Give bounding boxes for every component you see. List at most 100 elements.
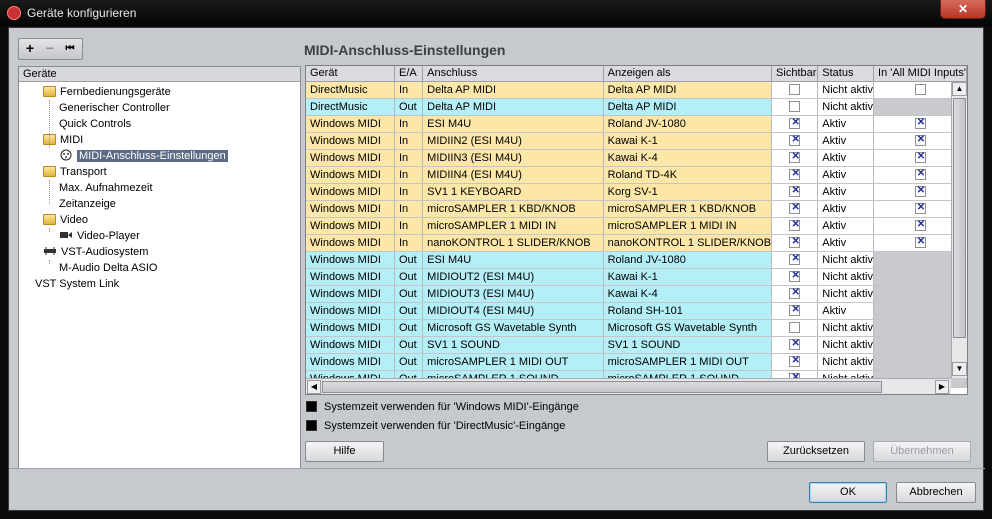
port-cell[interactable]: microSAMPLER 1 MIDI OUT bbox=[422, 353, 604, 371]
all-midi-checkbox[interactable] bbox=[914, 168, 927, 180]
show-as-cell[interactable]: Delta AP MIDI bbox=[603, 81, 773, 99]
device-cell[interactable]: Windows MIDI bbox=[306, 132, 395, 150]
status-cell[interactable]: Aktiv bbox=[817, 234, 875, 252]
table-row[interactable]: Windows MIDI Out MIDIOUT4 (ESI M4U) Roland … bbox=[306, 302, 967, 320]
visible-checkbox[interactable] bbox=[789, 338, 801, 350]
systemzeit-directmusic-option[interactable]: Systemzeit verwenden für 'DirectMusic'-E… bbox=[306, 419, 565, 433]
show-as-cell[interactable]: Delta AP MIDI bbox=[603, 98, 773, 116]
apply-button[interactable]: Übernehmen bbox=[873, 441, 971, 462]
device-cell[interactable]: Windows MIDI bbox=[306, 251, 395, 269]
show-as-cell[interactable]: Roland JV-1080 bbox=[603, 251, 773, 269]
column-header[interactable]: Sichtbar bbox=[771, 66, 819, 82]
ok-button[interactable]: OK bbox=[809, 482, 887, 503]
visible-cell[interactable] bbox=[771, 149, 819, 167]
device-cell[interactable]: Windows MIDI bbox=[306, 166, 395, 184]
port-cell[interactable]: SV1 1 SOUND bbox=[422, 336, 604, 354]
device-cell[interactable]: Windows MIDI bbox=[306, 319, 395, 337]
visible-checkbox[interactable] bbox=[789, 236, 801, 248]
status-cell[interactable]: Aktiv bbox=[817, 183, 875, 201]
status-cell[interactable]: Aktiv bbox=[817, 115, 875, 133]
io-cell[interactable]: In bbox=[394, 183, 424, 201]
io-cell[interactable]: In bbox=[394, 132, 424, 150]
show-as-cell[interactable]: SV1 1 SOUND bbox=[603, 336, 773, 354]
visible-checkbox[interactable] bbox=[789, 219, 801, 231]
io-cell[interactable]: In bbox=[394, 81, 424, 99]
visible-cell[interactable] bbox=[771, 200, 819, 218]
show-as-cell[interactable]: Roland TD-4K bbox=[603, 166, 773, 184]
visible-checkbox[interactable] bbox=[789, 151, 801, 163]
io-cell[interactable]: In bbox=[394, 217, 424, 235]
io-cell[interactable]: Out bbox=[394, 319, 424, 337]
visible-checkbox[interactable] bbox=[789, 321, 801, 333]
status-cell[interactable]: Aktiv bbox=[817, 166, 875, 184]
column-header[interactable]: In 'All MIDI Inputs' bbox=[873, 66, 967, 82]
visible-cell[interactable] bbox=[771, 217, 819, 235]
io-cell[interactable]: Out bbox=[394, 251, 424, 269]
status-cell[interactable]: Nicht aktiv bbox=[817, 353, 875, 371]
vertical-scroll-thumb[interactable] bbox=[953, 98, 966, 338]
show-as-cell[interactable]: Kawai K-1 bbox=[603, 132, 773, 150]
device-cell[interactable]: Windows MIDI bbox=[306, 200, 395, 218]
port-cell[interactable]: microSAMPLER 1 KBD/KNOB bbox=[422, 200, 604, 218]
tree-item-12[interactable]: VST System Link bbox=[35, 276, 119, 292]
all-midi-checkbox[interactable] bbox=[914, 202, 927, 214]
device-cell[interactable]: Windows MIDI bbox=[306, 183, 395, 201]
systemzeit-directmusic-checkbox[interactable] bbox=[306, 420, 317, 431]
io-cell[interactable]: Out bbox=[394, 268, 424, 286]
table-row[interactable]: Windows MIDI In microSAMPLER 1 MIDI IN micr… bbox=[306, 217, 967, 235]
io-cell[interactable]: In bbox=[394, 149, 424, 167]
device-cell[interactable]: Windows MIDI bbox=[306, 115, 395, 133]
add-device-button[interactable]: + bbox=[21, 41, 39, 57]
table-row[interactable]: Windows MIDI Out Microsoft GS Wavetable Sy… bbox=[306, 319, 967, 337]
show-as-cell[interactable]: Kawai K-4 bbox=[603, 285, 773, 303]
column-header[interactable]: Status bbox=[817, 66, 875, 82]
port-cell[interactable]: MIDIOUT3 (ESI M4U) bbox=[422, 285, 604, 303]
visible-cell[interactable] bbox=[771, 302, 819, 320]
visible-checkbox[interactable] bbox=[789, 202, 801, 214]
visible-cell[interactable] bbox=[771, 353, 819, 371]
help-button[interactable]: Hilfe bbox=[305, 441, 384, 462]
table-row[interactable]: Windows MIDI In MIDIIN2 (ESI M4U) Kawai K-1… bbox=[306, 132, 967, 150]
device-cell[interactable]: Windows MIDI bbox=[306, 217, 395, 235]
all-midi-checkbox[interactable] bbox=[914, 134, 927, 146]
io-cell[interactable]: Out bbox=[394, 353, 424, 371]
visible-checkbox[interactable] bbox=[789, 168, 801, 180]
io-cell[interactable]: In bbox=[394, 166, 424, 184]
systemzeit-windows-midi-checkbox[interactable] bbox=[306, 401, 317, 412]
io-cell[interactable]: In bbox=[394, 234, 424, 252]
io-cell[interactable]: Out bbox=[394, 302, 424, 320]
all-midi-checkbox[interactable] bbox=[914, 151, 927, 163]
visible-cell[interactable] bbox=[771, 166, 819, 184]
show-as-cell[interactable]: Kawai K-4 bbox=[603, 149, 773, 167]
all-midi-checkbox[interactable] bbox=[914, 117, 927, 129]
all-midi-checkbox[interactable] bbox=[914, 236, 927, 248]
column-header[interactable]: Anzeigen als bbox=[603, 66, 773, 82]
port-cell[interactable]: MIDIIN3 (ESI M4U) bbox=[422, 149, 604, 167]
show-as-cell[interactable]: Roland JV-1080 bbox=[603, 115, 773, 133]
tree-item-7[interactable]: Zeitanzeige bbox=[59, 196, 116, 212]
tree-item-1[interactable]: Generischer Controller bbox=[59, 100, 170, 116]
port-cell[interactable]: MIDIOUT2 (ESI M4U) bbox=[422, 268, 604, 286]
reset-button[interactable]: Zurücksetzen bbox=[767, 441, 865, 462]
device-cell[interactable]: DirectMusic bbox=[306, 98, 395, 116]
port-cell[interactable]: Delta AP MIDI bbox=[422, 81, 604, 99]
port-cell[interactable]: nanoKONTROL 1 SLIDER/KNOB bbox=[422, 234, 604, 252]
port-cell[interactable]: SV1 1 KEYBOARD bbox=[422, 183, 604, 201]
device-cell[interactable]: DirectMusic bbox=[306, 81, 395, 99]
port-cell[interactable]: MIDIOUT4 (ESI M4U) bbox=[422, 302, 604, 320]
all-midi-checkbox[interactable] bbox=[914, 185, 927, 197]
scroll-right-icon[interactable]: ▶ bbox=[935, 380, 949, 394]
column-header[interactable]: Gerät bbox=[306, 66, 395, 82]
io-cell[interactable]: Out bbox=[394, 98, 424, 116]
table-row[interactable]: DirectMusic In Delta AP MIDI Delta AP MIDI N… bbox=[306, 81, 967, 99]
all-midi-checkbox[interactable] bbox=[914, 219, 927, 231]
visible-checkbox[interactable] bbox=[789, 355, 801, 367]
scroll-down-icon[interactable]: ▼ bbox=[952, 362, 967, 376]
status-cell[interactable]: Nicht aktiv bbox=[817, 98, 875, 116]
io-cell[interactable]: In bbox=[394, 200, 424, 218]
show-as-cell[interactable]: Microsoft GS Wavetable Synth bbox=[603, 319, 773, 337]
tree-item-0[interactable]: Fernbedienungsgeräte bbox=[43, 84, 171, 100]
show-as-cell[interactable]: Korg SV-1 bbox=[603, 183, 773, 201]
column-header[interactable]: Anschluss bbox=[422, 66, 604, 82]
status-cell[interactable]: Aktiv bbox=[817, 149, 875, 167]
